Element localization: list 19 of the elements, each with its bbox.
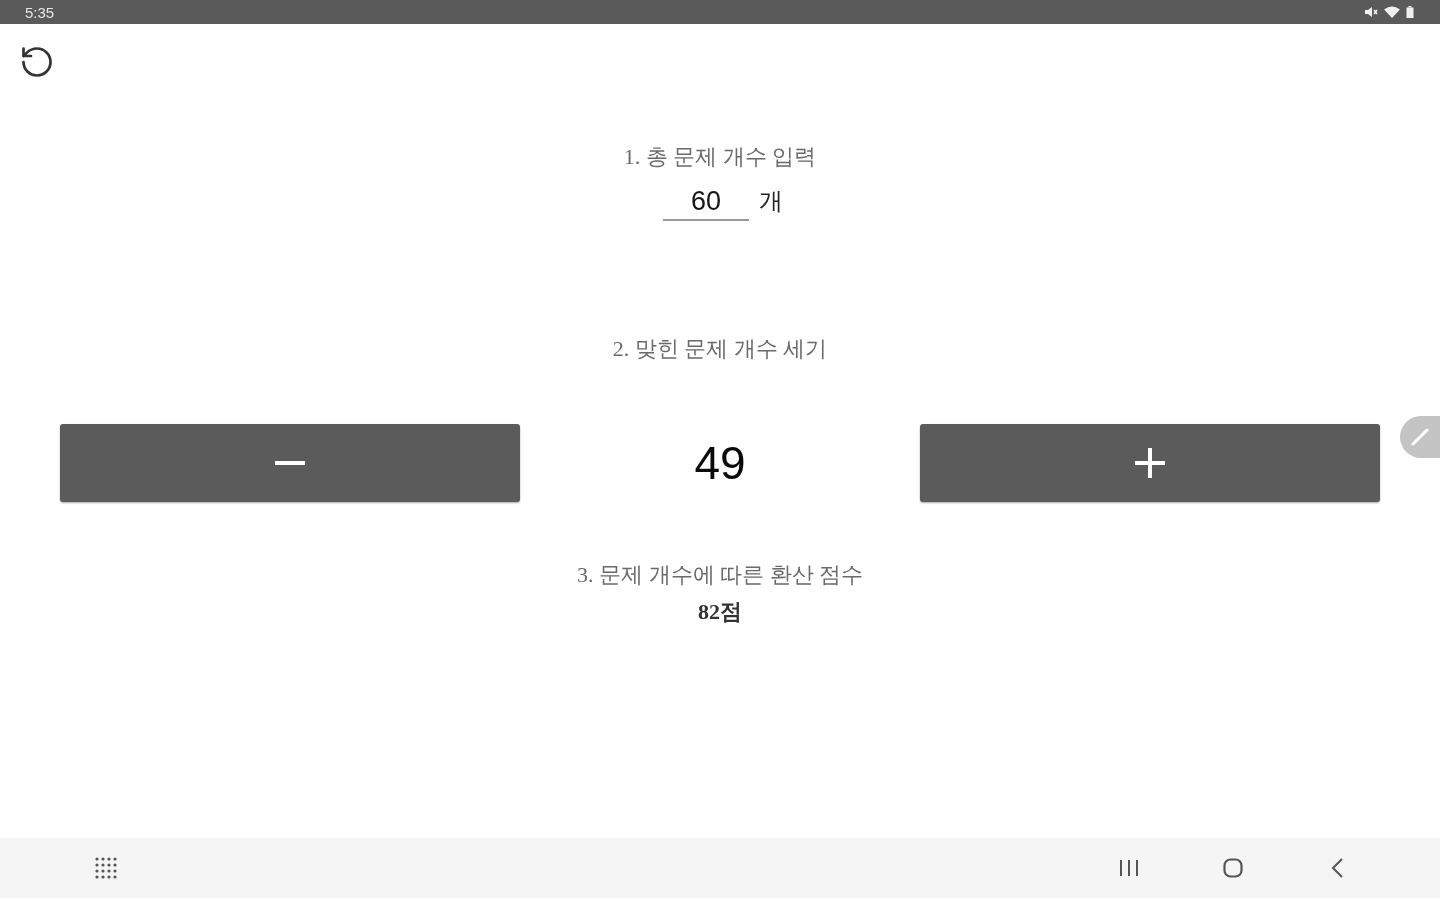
back-icon[interactable] [1331,858,1343,878]
battery-icon [1406,6,1414,18]
status-time: 5:35 [25,4,55,20]
mute-icon [1364,6,1378,18]
pencil-icon [1411,428,1429,446]
total-count-input[interactable]: 60 [663,184,749,221]
wifi-icon [1384,6,1400,18]
section-heading: 3. 문제 개수에 따른 환산 점수 [577,562,863,588]
recent-apps-icon[interactable] [1119,859,1139,877]
section-heading: 1. 총 문제 개수 입력 [623,144,817,170]
minus-icon [275,461,305,465]
section-heading: 2. 맞힌 문제 개수 세기 [612,336,828,362]
correct-count: 49 [694,440,746,486]
apps-grid-icon[interactable] [95,857,117,879]
home-icon[interactable] [1223,858,1243,878]
plus-icon [1135,448,1165,478]
unit-label: 개 [759,187,783,216]
score-value: 82점 [698,599,742,625]
reset-icon[interactable] [19,44,55,80]
